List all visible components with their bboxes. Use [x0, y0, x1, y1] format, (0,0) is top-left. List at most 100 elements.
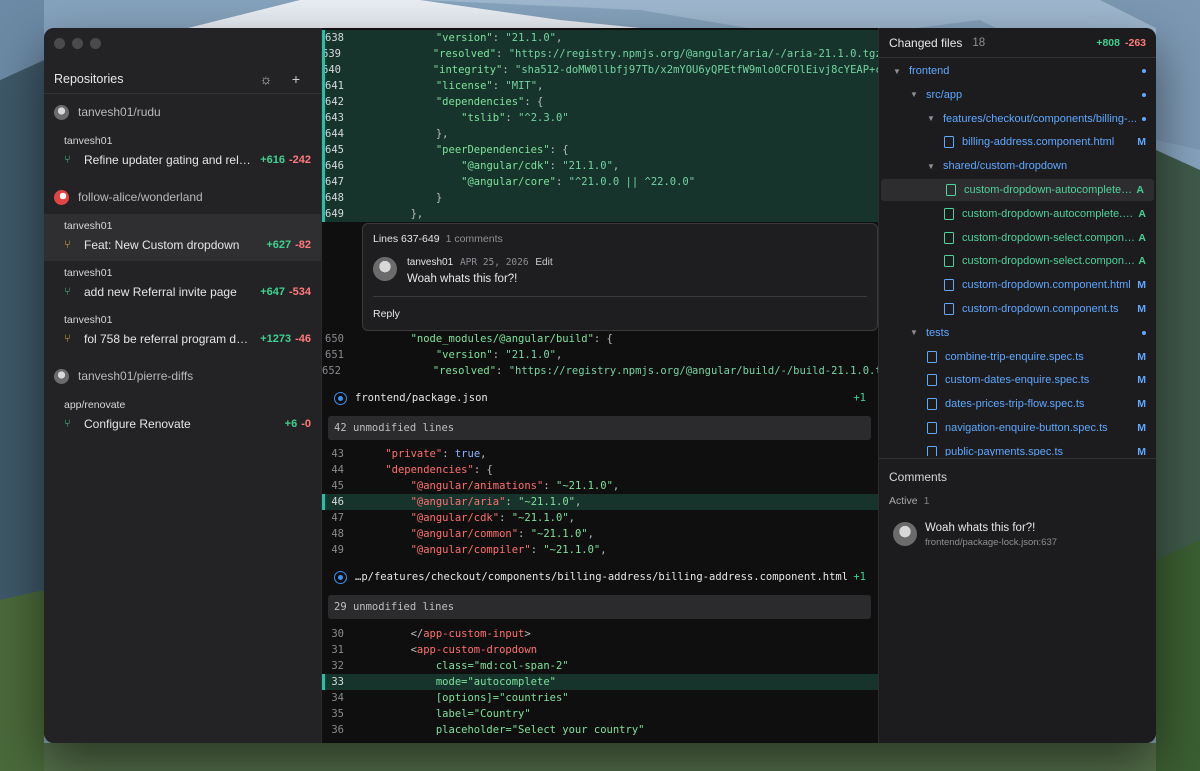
pull-request-item[interactable]: app/renovate ⑂ Configure Renovate +6 -0	[44, 393, 321, 440]
active-count: 1	[923, 495, 930, 507]
file-status: A	[1138, 207, 1146, 220]
code-text: </app-custom-input>	[410, 628, 531, 640]
code-line[interactable]: 31 <app-custom-dropdown	[322, 642, 878, 658]
pull-request-item[interactable]: tanvesh01 ⑂ add new Referral invite page…	[44, 261, 321, 308]
line-number: 31	[331, 644, 344, 656]
code-line[interactable]: 36 placeholder="Select your country"	[322, 722, 878, 738]
tree-file[interactable]: navigation-enquire-button.spec.ts M	[879, 417, 1156, 439]
reply-button[interactable]: Reply	[373, 308, 400, 320]
pr-additions: +647	[260, 286, 285, 298]
tree-label: custom-dropdown-select.compone...	[962, 255, 1136, 268]
code-line[interactable]: 649 },	[322, 206, 878, 222]
code-line[interactable]: 650 "node_modules/@angular/build": {	[322, 331, 878, 347]
tree-file[interactable]: custom-dropdown-select.compone... A	[879, 250, 1156, 272]
code-line[interactable]: 652 "resolved": "https://registry.npmjs.…	[322, 363, 878, 379]
comment-list-item[interactable]: Woah whats this for?! frontend/package-l…	[879, 507, 1156, 548]
code-line[interactable]: 643 "tslib": "^2.3.0"	[322, 110, 878, 126]
tree-folder[interactable]: ▼ tests	[879, 322, 1156, 344]
code-line[interactable]: 46 "@angular/aria": "~21.1.0",	[322, 494, 878, 510]
changed-files-count: 18	[972, 36, 986, 49]
code-line[interactable]: 32 class="md:col-span-2"	[322, 658, 878, 674]
pull-request-item[interactable]: tanvesh01 ⑂ Refine updater gating and re…	[44, 129, 321, 176]
unmodified-lines-expander[interactable]: 29 unmodified lines	[328, 595, 871, 619]
code-line[interactable]: 638 "version": "21.1.0",	[322, 30, 878, 46]
file-status: M	[1137, 303, 1146, 315]
diff-viewer[interactable]: Lines 637-649 1 comments tanvesh01 APR 25…	[322, 28, 878, 743]
pr-title: Refine updater gating and rele...	[84, 153, 253, 167]
code-line[interactable]: 48 "@angular/common": "~21.1.0",	[322, 526, 878, 542]
code-line[interactable]: 639 "resolved": "https://registry.npmjs.…	[322, 46, 878, 62]
edit-comment-link[interactable]: Edit	[535, 257, 552, 268]
pr-author: tanvesh01	[64, 314, 113, 326]
pull-request-item[interactable]: tanvesh01 ⑂ fol 758 be referral program …	[44, 308, 321, 355]
avatar	[373, 257, 397, 281]
code-text: "@angular/aria": "~21.1.0",	[410, 496, 582, 508]
tree-folder[interactable]: ▼ shared/custom-dropdown	[879, 155, 1156, 177]
tree-folder[interactable]: ▼ frontend	[879, 60, 1156, 82]
code-line[interactable]: 642 "dependencies": {	[322, 94, 878, 110]
tree-label: features/checkout/components/billing-...	[943, 112, 1137, 125]
plus-icon[interactable]: +	[281, 71, 311, 87]
tree-file[interactable]: public-payments.spec.ts M	[879, 441, 1156, 456]
file-status: M	[1137, 422, 1146, 434]
tree-file[interactable]: custom-dates-enquire.spec.ts M	[879, 369, 1156, 391]
line-number: 640	[322, 64, 341, 76]
code-line[interactable]: 33 mode="autocomplete"	[322, 674, 878, 690]
comments-title: Comments	[889, 470, 948, 484]
pull-request-item[interactable]: tanvesh01 ⑂ Feat: New Custom dropdown +6…	[44, 214, 321, 261]
comments-section: Comments Active 1 Woah whats this for?! f…	[879, 458, 1156, 743]
code-line[interactable]: 647 "@angular/core": "^21.0.0 || ^22.0.0…	[322, 174, 878, 190]
tree-file[interactable]: custom-dropdown.component.html M	[879, 274, 1156, 296]
code-line[interactable]: 45 "@angular/animations": "~21.1.0",	[322, 478, 878, 494]
tree-folder[interactable]: ▼ features/checkout/components/billing-..…	[879, 108, 1156, 130]
line-number: 47	[331, 512, 344, 524]
code-line[interactable]: 34 [options]="countries"	[322, 690, 878, 706]
file-icon	[927, 398, 937, 411]
pr-author: tanvesh01	[64, 220, 113, 232]
tree-file[interactable]: billing-address.component.html M	[879, 131, 1156, 153]
tree-file[interactable]: combine-trip-enquire.spec.ts M	[879, 346, 1156, 368]
code-line[interactable]: 30 </app-custom-input>	[322, 626, 878, 642]
maximize-window-button[interactable]	[90, 38, 101, 49]
tree-label: dates-prices-trip-flow.spec.ts	[945, 398, 1085, 411]
code-line[interactable]: 645 "peerDependencies": {	[322, 142, 878, 158]
code-text: [options]="countries"	[435, 692, 569, 704]
close-window-button[interactable]	[54, 38, 65, 49]
code-line[interactable]: 43 "private": true,	[322, 446, 878, 462]
file-header[interactable]: frontend/package.json +1	[322, 386, 878, 410]
code-line[interactable]: 644 },	[322, 126, 878, 142]
code-line[interactable]: 44 "dependencies": {	[322, 462, 878, 478]
repo-header[interactable]: tanvesh01/rudu	[44, 95, 321, 129]
unmodified-lines-expander[interactable]: 42 unmodified lines	[328, 416, 871, 440]
file-icon	[946, 184, 956, 196]
code-line[interactable]: 640 "integrity": "sha512-doMW0llbfj97Tb/…	[322, 62, 878, 78]
code-line[interactable]: 35 label="Country"	[322, 706, 878, 722]
tree-file[interactable]: custom-dropdown-autocomplete.c... A	[881, 179, 1154, 201]
line-number: 652	[322, 365, 341, 377]
line-number: 648	[325, 192, 344, 204]
code-line[interactable]: 49 "@angular/compiler": "~21.1.0",	[322, 542, 878, 558]
repo-header[interactable]: follow-alice/wonderland	[44, 180, 321, 214]
code-line[interactable]: 651 "version": "21.1.0",	[322, 347, 878, 363]
tree-folder[interactable]: ▼ src/app	[879, 84, 1156, 106]
code-line[interactable]: 47 "@angular/cdk": "~21.1.0",	[322, 510, 878, 526]
code-line[interactable]: 641 "license": "MIT",	[322, 78, 878, 94]
repo-label: tanvesh01/pierre-diffs	[78, 369, 194, 383]
change-marker	[322, 142, 325, 158]
code-line[interactable]: 646 "@angular/cdk": "21.1.0",	[322, 158, 878, 174]
repo-header[interactable]: tanvesh01/pierre-diffs	[44, 359, 321, 393]
tree-file[interactable]: custom-dropdown-autocomplete.c... A	[879, 203, 1156, 225]
file-tree: ▼ frontend ▼ src/app ▼ features/checkout/comp…	[879, 58, 1156, 456]
file-header[interactable]: …p/features/checkout/components/billing-…	[322, 565, 878, 589]
changed-files-header: Changed files 18 +808 -263	[879, 28, 1156, 58]
chevron-down-icon: ▼	[910, 328, 918, 338]
minimize-window-button[interactable]	[72, 38, 83, 49]
sun-gear-icon[interactable]: ☼	[251, 71, 281, 87]
code-line[interactable]: 648 }	[322, 190, 878, 206]
code-text: <app-custom-dropdown	[410, 644, 538, 656]
tree-file[interactable]: custom-dropdown.component.ts M	[879, 298, 1156, 320]
tree-file[interactable]: custom-dropdown-select.compone... A	[879, 227, 1156, 249]
chevron-down-icon: ▼	[893, 66, 901, 76]
tree-file[interactable]: dates-prices-trip-flow.spec.ts M	[879, 393, 1156, 415]
change-marker	[322, 46, 325, 62]
